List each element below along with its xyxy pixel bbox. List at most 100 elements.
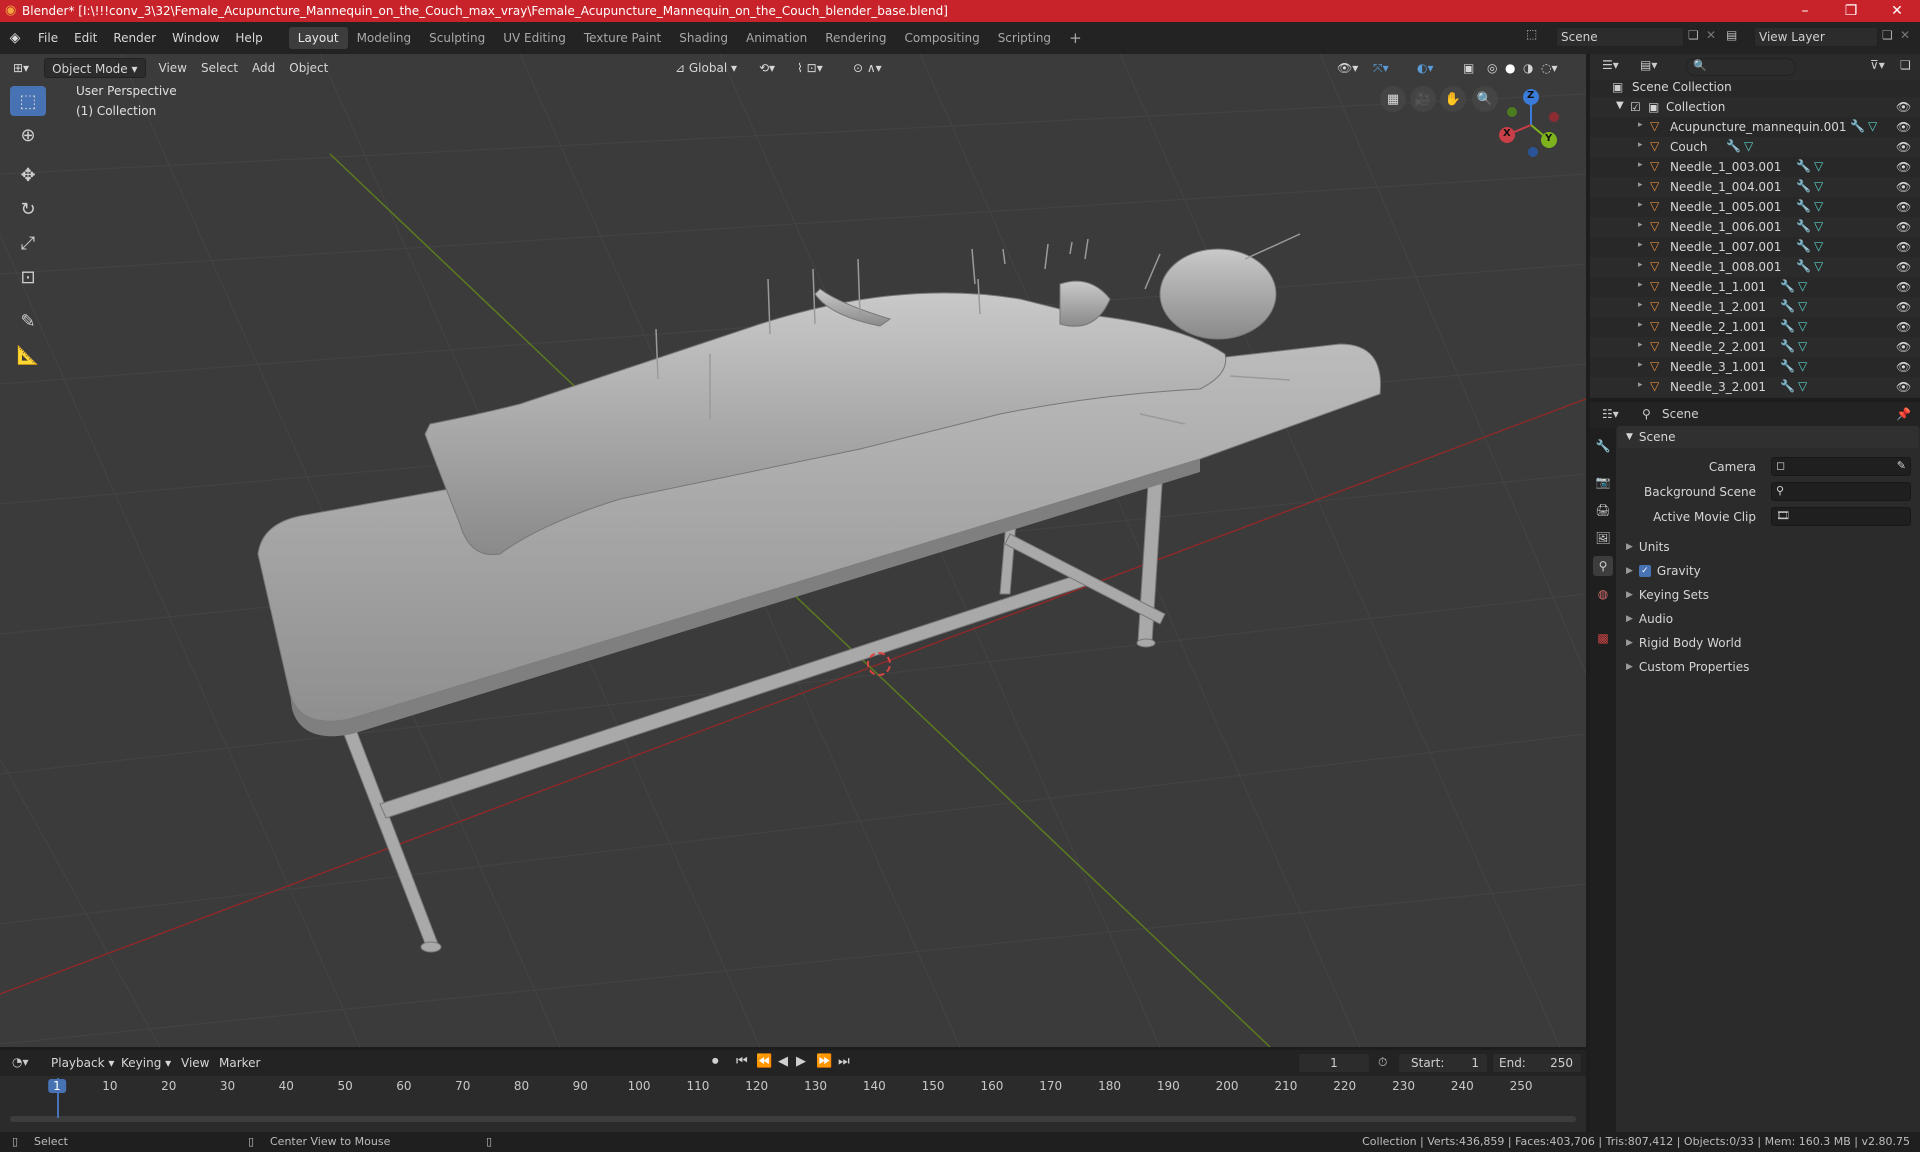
expand-arrow-icon[interactable]: ▸: [1638, 320, 1643, 330]
tab-layout[interactable]: Layout: [288, 27, 348, 49]
mesh-data-icon[interactable]: ▽: [1814, 199, 1823, 213]
outliner-object-row[interactable]: ▸ ▽ Needle_1_1.001 🔧 ▽ 👁: [1590, 277, 1920, 297]
outliner-object-row[interactable]: ▸ ▽ Needle_1_006.001 🔧 ▽ 👁: [1590, 217, 1920, 237]
navigation-gizmo[interactable]: Z Y X: [1494, 88, 1568, 162]
property-section-row[interactable]: ▶ Units: [1618, 536, 1918, 558]
tab-compositing[interactable]: Compositing: [895, 27, 988, 49]
end-frame-field[interactable]: End: 250: [1492, 1053, 1582, 1073]
expand-arrow-icon[interactable]: ▸: [1638, 220, 1643, 230]
object-mode-dropdown[interactable]: Object Mode ▾: [44, 58, 146, 78]
outliner-object-row[interactable]: ▸ ▽ Needle_3_2.001 🔧 ▽ 👁: [1590, 377, 1920, 397]
viewport-menu-view[interactable]: View: [152, 58, 194, 78]
modifier-wrench-icon[interactable]: 🔧: [1726, 139, 1741, 153]
expand-arrow-icon[interactable]: ▸: [1638, 180, 1643, 190]
transform-tool[interactable]: ⊡: [10, 262, 46, 292]
modifier-wrench-icon[interactable]: 🔧: [1780, 319, 1795, 333]
expand-arrow-icon[interactable]: ▸: [1638, 300, 1643, 310]
timeline-menu-marker[interactable]: Marker: [212, 1053, 267, 1073]
scene-name-field[interactable]: Scene: [1556, 27, 1684, 47]
cursor-tool[interactable]: ⊕: [10, 120, 46, 150]
current-frame-field[interactable]: 1: [1298, 1053, 1370, 1073]
expand-arrow-icon[interactable]: ▸: [1638, 160, 1643, 170]
visibility-eye-icon[interactable]: 👁: [1896, 340, 1911, 354]
modifier-wrench-icon[interactable]: 🔧: [1796, 159, 1811, 173]
output-tab-icon[interactable]: 🖨: [1593, 500, 1613, 520]
modifier-wrench-icon[interactable]: 🔧: [1796, 179, 1811, 193]
tab-animation[interactable]: Animation: [737, 27, 816, 49]
tab-uv-editing[interactable]: UV Editing: [494, 27, 575, 49]
3d-viewport[interactable]: [0, 54, 1586, 1047]
outliner-object-row[interactable]: ▸ ▽ Needle_3_1.001 🔧 ▽ 👁: [1590, 357, 1920, 377]
timeline-menu-view[interactable]: View: [174, 1053, 216, 1073]
move-tool[interactable]: ✥: [10, 160, 46, 190]
properties-editor-type-icon[interactable]: ☷▾: [1602, 407, 1619, 421]
mesh-data-icon[interactable]: ▽: [1814, 259, 1823, 273]
visibility-eye-icon[interactable]: 👁: [1896, 380, 1911, 394]
expand-arrow-icon[interactable]: ▸: [1638, 120, 1643, 130]
visibility-eye-icon[interactable]: 👁: [1896, 140, 1911, 154]
timeline-menu-playback[interactable]: Playback ▾: [44, 1053, 121, 1073]
menu-window[interactable]: Window: [164, 27, 227, 49]
mesh-data-icon[interactable]: ▽: [1798, 319, 1807, 333]
visibility-eye-icon[interactable]: 👁: [1896, 240, 1911, 254]
expand-arrow-icon[interactable]: ▸: [1638, 140, 1643, 150]
outliner-scene-collection[interactable]: ▣ Scene Collection: [1590, 77, 1920, 97]
new-collection-icon[interactable]: ❏: [1900, 58, 1911, 72]
property-section-row[interactable]: ▶ Custom Properties: [1618, 656, 1918, 678]
render-tab-icon[interactable]: 📷: [1593, 472, 1613, 492]
scene-panel-header[interactable]: ▼ Scene: [1618, 426, 1918, 448]
display-mode-icon[interactable]: ▤▾: [1640, 58, 1657, 72]
outliner-object-row[interactable]: ▸ ▽ Needle_2_1.001 🔧 ▽ 👁: [1590, 317, 1920, 337]
mesh-data-icon[interactable]: ▽: [1814, 219, 1823, 233]
new-scene-icon[interactable]: ❏: [1688, 28, 1699, 42]
outliner-editor-type-icon[interactable]: ☰▾: [1602, 58, 1619, 72]
camera-view-icon[interactable]: 🎥: [1410, 86, 1436, 112]
proportional-editing-icon[interactable]: ⊙ ∧▾: [846, 58, 889, 78]
property-section-row[interactable]: ▶ Audio: [1618, 608, 1918, 630]
expand-arrow-icon[interactable]: ▸: [1638, 240, 1643, 250]
rotate-tool[interactable]: ↻: [10, 194, 46, 224]
play-reverse-icon[interactable]: ◀: [778, 1054, 788, 1069]
delete-scene-icon[interactable]: ✕: [1706, 28, 1716, 42]
pivot-point-icon[interactable]: ⟲▾: [752, 58, 782, 78]
outliner-object-row[interactable]: ▸ ▽ Needle_1_007.001 🔧 ▽ 👁: [1590, 237, 1920, 257]
visibility-eye-icon[interactable]: 👁: [1896, 160, 1911, 174]
outliner-collection-row[interactable]: ▼ ☑ ▣ Collection 👁: [1590, 97, 1920, 117]
tool-tab-icon[interactable]: 🔧: [1593, 436, 1613, 456]
expand-arrow-icon[interactable]: ▸: [1638, 280, 1643, 290]
visibility-eye-icon[interactable]: 👁: [1896, 280, 1911, 294]
visibility-eye-icon[interactable]: 👁: [1896, 200, 1911, 214]
eyedropper-icon[interactable]: ✎: [1897, 459, 1906, 472]
outliner-object-row[interactable]: ▸ ▽ Needle_1_2.001 🔧 ▽ 👁: [1590, 297, 1920, 317]
mesh-data-icon[interactable]: ▽: [1798, 339, 1807, 353]
outliner-object-row[interactable]: ▸ ▽ Needle_1_003.001 🔧 ▽ 👁: [1590, 157, 1920, 177]
modifier-wrench-icon[interactable]: 🔧: [1780, 359, 1795, 373]
maximize-icon[interactable]: ❐: [1828, 0, 1874, 22]
mesh-data-icon[interactable]: ▽: [1814, 179, 1823, 193]
outliner-object-row[interactable]: ▸ ▽ Needle_1_005.001 🔧 ▽ 👁: [1590, 197, 1920, 217]
modifier-wrench-icon[interactable]: 🔧: [1796, 219, 1811, 233]
visibility-eye-icon[interactable]: 👁: [1896, 320, 1911, 334]
gravity-checkbox-icon[interactable]: ✓: [1638, 565, 1651, 577]
annotate-tool[interactable]: ✎: [10, 306, 46, 336]
visibility-eye-icon[interactable]: 👁: [1896, 300, 1911, 314]
editor-type-icon[interactable]: ⊞▾: [6, 58, 36, 78]
visibility-eye-icon[interactable]: 👁: [1896, 260, 1911, 274]
world-tab-icon[interactable]: ◍: [1593, 584, 1613, 604]
rendered-shading-icon[interactable]: ◌▾: [1534, 58, 1565, 78]
view-layer-tab-icon[interactable]: 🖼: [1593, 528, 1613, 548]
view-layer-field[interactable]: View Layer: [1754, 27, 1878, 47]
texture-tab-icon[interactable]: ▩: [1593, 628, 1613, 648]
expand-arrow-icon[interactable]: ▸: [1638, 200, 1643, 210]
checkbox-icon[interactable]: ☑: [1630, 100, 1641, 114]
outliner-object-row[interactable]: ▸ ▽ Needle_1_004.001 🔧 ▽ 👁: [1590, 177, 1920, 197]
xray-icon[interactable]: ▣: [1456, 58, 1481, 78]
tab-shading[interactable]: Shading: [670, 27, 737, 49]
timeline-editor-type-icon[interactable]: ◔▾: [12, 1055, 29, 1069]
background-scene-field[interactable]: ⚲: [1771, 482, 1911, 501]
play-icon[interactable]: ▶: [796, 1054, 806, 1069]
modifier-wrench-icon[interactable]: 🔧: [1780, 379, 1795, 393]
modifier-wrench-icon[interactable]: 🔧: [1796, 239, 1811, 253]
pan-view-icon[interactable]: ✋: [1440, 86, 1466, 112]
property-section-row[interactable]: ▶ Keying Sets: [1618, 584, 1918, 606]
